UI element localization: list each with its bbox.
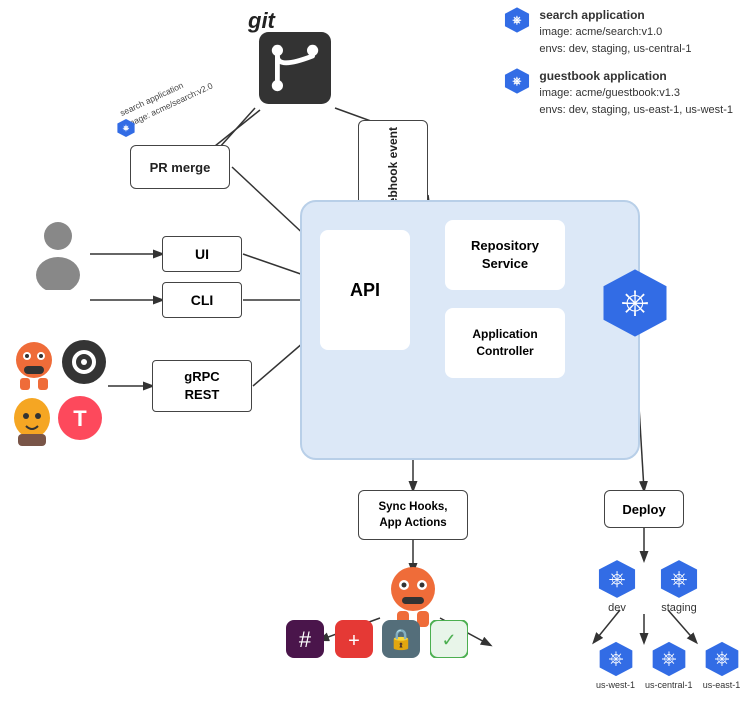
search-app-small-icon: ⎈ <box>116 118 136 138</box>
ui-box: UI <box>162 236 242 272</box>
apps-panel: ⎈ search application image: acme/search:… <box>503 6 733 118</box>
k8s-bottom-row: ⎈ us-west-1 ⎈ us-central-1 ⎈ us-east-1 <box>596 640 741 690</box>
k8s-large-icon: ⎈ <box>600 268 670 338</box>
slack-icon: # <box>286 620 324 658</box>
k8s-uswest-cluster: ⎈ us-west-1 <box>596 640 635 690</box>
k8s-useast-cluster: ⎈ us-east-1 <box>703 640 741 690</box>
svg-text:T: T <box>73 406 87 431</box>
person-icon <box>28 220 88 290</box>
k8s-uscentral-icon: ⎈ <box>650 640 688 678</box>
jenkins-icon <box>10 396 54 448</box>
pr-merge-box: PR merge <box>130 145 230 189</box>
k8s-clusters: ⎈ dev ⎈ staging ⎈ us-west-1 <box>596 558 741 690</box>
svg-text:⎈: ⎈ <box>621 283 649 322</box>
cli-box: CLI <box>162 282 242 318</box>
tekton-icon: T <box>58 396 102 440</box>
svg-text:⎈: ⎈ <box>513 14 522 26</box>
deploy-box: Deploy <box>604 490 684 528</box>
sync-hooks-box: Sync Hooks,App Actions <box>358 490 468 540</box>
circleci-icon <box>62 340 106 384</box>
diagram: git ⎈ search application image: acme/sea… <box>0 0 743 708</box>
k8s-dev-cluster: ⎈ dev <box>596 558 638 614</box>
svg-text:⎈: ⎈ <box>123 123 130 132</box>
repo-service-box: RepositoryService <box>445 220 565 290</box>
checklist-icon: ✓ <box>430 620 468 658</box>
k8s-top-row: ⎈ dev ⎈ staging <box>596 558 741 614</box>
security-icon: 🔒 <box>382 620 420 658</box>
svg-text:⎈: ⎈ <box>661 649 676 670</box>
svg-text:⎈: ⎈ <box>714 649 729 670</box>
svg-text:⎈: ⎈ <box>513 75 522 87</box>
k8s-useast-icon: ⎈ <box>703 640 741 678</box>
git-icon <box>255 28 335 108</box>
argo-mascot-icon <box>10 340 58 392</box>
svg-text:#: # <box>299 627 312 652</box>
mascots-area: T <box>10 340 140 448</box>
k8s-staging-label: staging <box>661 602 696 614</box>
app-controller-box: ApplicationController <box>445 308 565 378</box>
search-app-k8s-icon: ⎈ <box>503 6 531 34</box>
k8s-uswest-label: us-west-1 <box>596 680 635 690</box>
search-app-text: search application image: acme/search:v1… <box>539 6 691 57</box>
k8s-dev-icon: ⎈ <box>596 558 638 600</box>
k8s-uscentral-cluster: ⎈ us-central-1 <box>645 640 693 690</box>
svg-text:✓: ✓ <box>441 630 456 650</box>
svg-text:⎈: ⎈ <box>609 567 626 590</box>
health-shield-icon: + <box>335 620 373 658</box>
api-box: API <box>320 230 410 350</box>
k8s-useast-label: us-east-1 <box>703 680 741 690</box>
svg-text:🔒: 🔒 <box>389 629 414 651</box>
k8s-staging-icon: ⎈ <box>658 558 700 600</box>
grpc-rest-box: gRPCREST <box>152 360 252 412</box>
svg-text:+: + <box>348 630 360 652</box>
k8s-uswest-icon: ⎈ <box>597 640 635 678</box>
k8s-uscentral-label: us-central-1 <box>645 680 693 690</box>
guestbook-app-entry: ⎈ guestbook application image: acme/gues… <box>503 67 733 118</box>
search-app-entry: ⎈ search application image: acme/search:… <box>503 6 733 57</box>
guestbook-app-k8s-icon: ⎈ <box>503 67 531 95</box>
svg-text:⎈: ⎈ <box>671 567 688 590</box>
k8s-staging-cluster: ⎈ staging <box>658 558 700 614</box>
svg-text:⎈: ⎈ <box>608 649 623 670</box>
k8s-dev-label: dev <box>608 602 626 614</box>
guestbook-app-text: guestbook application image: acme/guestb… <box>539 67 733 118</box>
